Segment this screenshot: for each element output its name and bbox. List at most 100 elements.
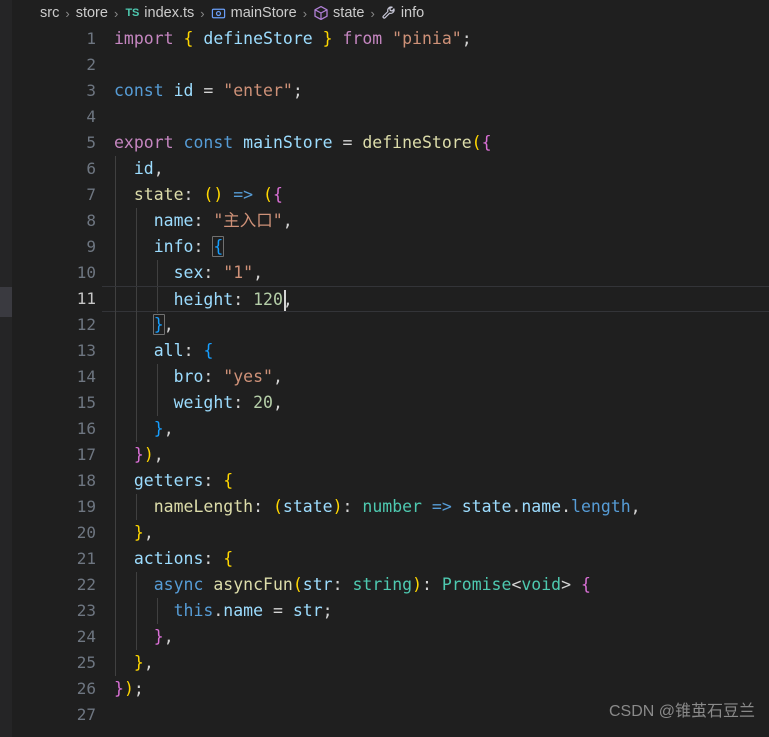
line-content[interactable]: }), — [102, 442, 762, 468]
code-line[interactable]: 1 import { defineStore } from "pinia"; — [12, 26, 769, 52]
code-line[interactable]: 12 }, — [12, 312, 769, 338]
line-tokens: }, — [133, 653, 154, 672]
line-number: 24 — [76, 627, 96, 646]
code-line[interactable]: 21 actions: { — [12, 546, 769, 572]
breadcrumb-separator: › — [113, 5, 119, 21]
code-line[interactable]: 19 nameLength: (state): number => state.… — [12, 494, 769, 520]
line-tokens: all: { — [153, 341, 214, 360]
line-content[interactable]: actions: { — [102, 546, 762, 572]
code-line[interactable]: 7 state: () => ({ — [12, 182, 769, 208]
line-number: 7 — [86, 185, 96, 204]
breadcrumb-label-mainstore: mainStore — [230, 5, 297, 21]
code-line[interactable]: 8 name: "主入口", — [12, 208, 769, 234]
line-tokens: export const mainStore = defineStore({ — [114, 133, 492, 152]
line-tokens: actions: { — [133, 549, 234, 568]
typescript-file-icon-label: TS — [125, 7, 140, 19]
line-number: 6 — [86, 159, 96, 178]
line-content[interactable]: }, — [102, 520, 762, 546]
line-number: 16 — [76, 419, 96, 438]
code-line-active[interactable]: 11 height: 120, — [12, 286, 769, 313]
line-tokens: nameLength: (state): number => state.nam… — [153, 497, 641, 516]
code-line[interactable]: 16 }, — [12, 416, 769, 442]
code-line[interactable]: 23 this.name = str; — [12, 598, 769, 624]
line-content[interactable]: }, — [102, 312, 762, 338]
code-line[interactable]: 15 weight: 20, — [12, 390, 769, 416]
line-number: 19 — [76, 497, 96, 516]
line-content[interactable]: }, — [102, 650, 762, 676]
code-editor[interactable]: 1 import { defineStore } from "pinia"; 2… — [12, 26, 769, 737]
csdn-watermark: CSDN @锥茧石豆兰 — [608, 703, 755, 720]
line-number: 26 — [76, 679, 96, 698]
code-line[interactable]: 18 getters: { — [12, 468, 769, 494]
line-tokens: }, — [133, 523, 154, 542]
line-number: 12 — [76, 315, 96, 334]
line-tokens: id, — [133, 159, 164, 178]
bracket-match-open: { — [212, 236, 225, 257]
line-tokens: const id = "enter"; — [114, 81, 303, 100]
overview-ruler-cursor-mark[interactable] — [0, 287, 12, 317]
line-number: 10 — [76, 263, 96, 282]
line-content[interactable]: }, — [102, 624, 762, 650]
line-number: 2 — [86, 55, 96, 74]
line-tokens: this.name = str; — [173, 601, 333, 620]
code-line[interactable]: 2 — [12, 52, 769, 78]
line-content[interactable]: this.name = str; — [102, 598, 762, 624]
line-content[interactable]: bro: "yes", — [102, 364, 762, 390]
code-line[interactable]: 25 }, — [12, 650, 769, 676]
breadcrumb-item-info[interactable]: info — [381, 5, 424, 21]
line-content[interactable]: all: { — [102, 338, 762, 364]
breadcrumb-item-index-ts[interactable]: TS index.ts — [124, 5, 195, 21]
line-content[interactable]: id, — [102, 156, 762, 182]
line-tokens: height: 120, — [173, 290, 293, 309]
code-line[interactable]: 5 export const mainStore = defineStore({ — [12, 130, 769, 156]
line-content[interactable]: sex: "1", — [102, 260, 762, 286]
line-number: 23 — [76, 601, 96, 620]
line-tokens: import { defineStore } from "pinia"; — [114, 29, 472, 48]
text-cursor — [284, 290, 286, 311]
code-line[interactable]: 20 }, — [12, 520, 769, 546]
code-line[interactable]: 24 }, — [12, 624, 769, 650]
line-content[interactable]: import { defineStore } from "pinia"; — [102, 26, 762, 52]
line-content[interactable]: nameLength: (state): number => state.nam… — [102, 494, 769, 520]
line-content[interactable]: async asyncFun(str: string): Promise<voi… — [102, 572, 769, 598]
line-content[interactable]: info: { — [102, 234, 762, 260]
line-number: 3 — [86, 81, 96, 100]
module-icon-svg — [211, 8, 226, 18]
breadcrumb-item-src[interactable]: src — [40, 5, 59, 21]
code-line[interactable]: 14 bro: "yes", — [12, 364, 769, 390]
breadcrumb-item-mainstore[interactable]: mainStore — [211, 5, 297, 21]
breadcrumb-label-src: src — [40, 5, 60, 21]
line-content[interactable] — [102, 104, 762, 130]
line-content[interactable]: getters: { — [102, 468, 762, 494]
line-number: 4 — [86, 107, 96, 126]
code-line[interactable]: 4 — [12, 104, 769, 130]
line-number: 9 — [86, 237, 96, 256]
line-content[interactable]: name: "主入口", — [102, 208, 762, 234]
cube-icon — [313, 5, 329, 21]
line-content[interactable]: weight: 20, — [102, 390, 762, 416]
line-tokens: }), — [133, 445, 164, 464]
code-line[interactable]: 22 async asyncFun(str: string): Promise<… — [12, 572, 769, 598]
line-tokens: }); — [114, 679, 144, 698]
breadcrumb-label-store: store — [75, 5, 108, 21]
line-number: 27 — [76, 705, 96, 724]
code-line[interactable]: 10 sex: "1", — [12, 260, 769, 286]
line-content[interactable]: height: 120, — [102, 286, 769, 313]
breadcrumb-separator: › — [370, 5, 375, 21]
code-line[interactable]: 6 id, — [12, 156, 769, 182]
code-line[interactable]: 17 }), — [12, 442, 769, 468]
line-number: 13 — [76, 341, 96, 360]
line-content[interactable]: const id = "enter"; — [102, 78, 762, 104]
code-line[interactable]: 13 all: { — [12, 338, 769, 364]
line-content[interactable] — [102, 52, 762, 78]
line-tokens: async asyncFun(str: string): Promise<voi… — [153, 575, 591, 594]
code-line[interactable]: 9 info: { — [12, 234, 769, 260]
breadcrumb-item-store[interactable]: store — [76, 5, 108, 21]
line-content[interactable]: }, — [102, 416, 762, 442]
breadcrumb-item-state[interactable]: state — [313, 5, 364, 21]
cube-icon-svg — [314, 5, 328, 21]
line-content[interactable]: state: () => ({ — [102, 182, 762, 208]
code-line[interactable]: 3 const id = "enter"; — [12, 78, 769, 104]
line-tokens: }, — [153, 419, 174, 438]
line-content[interactable]: export const mainStore = defineStore({ — [102, 130, 762, 156]
